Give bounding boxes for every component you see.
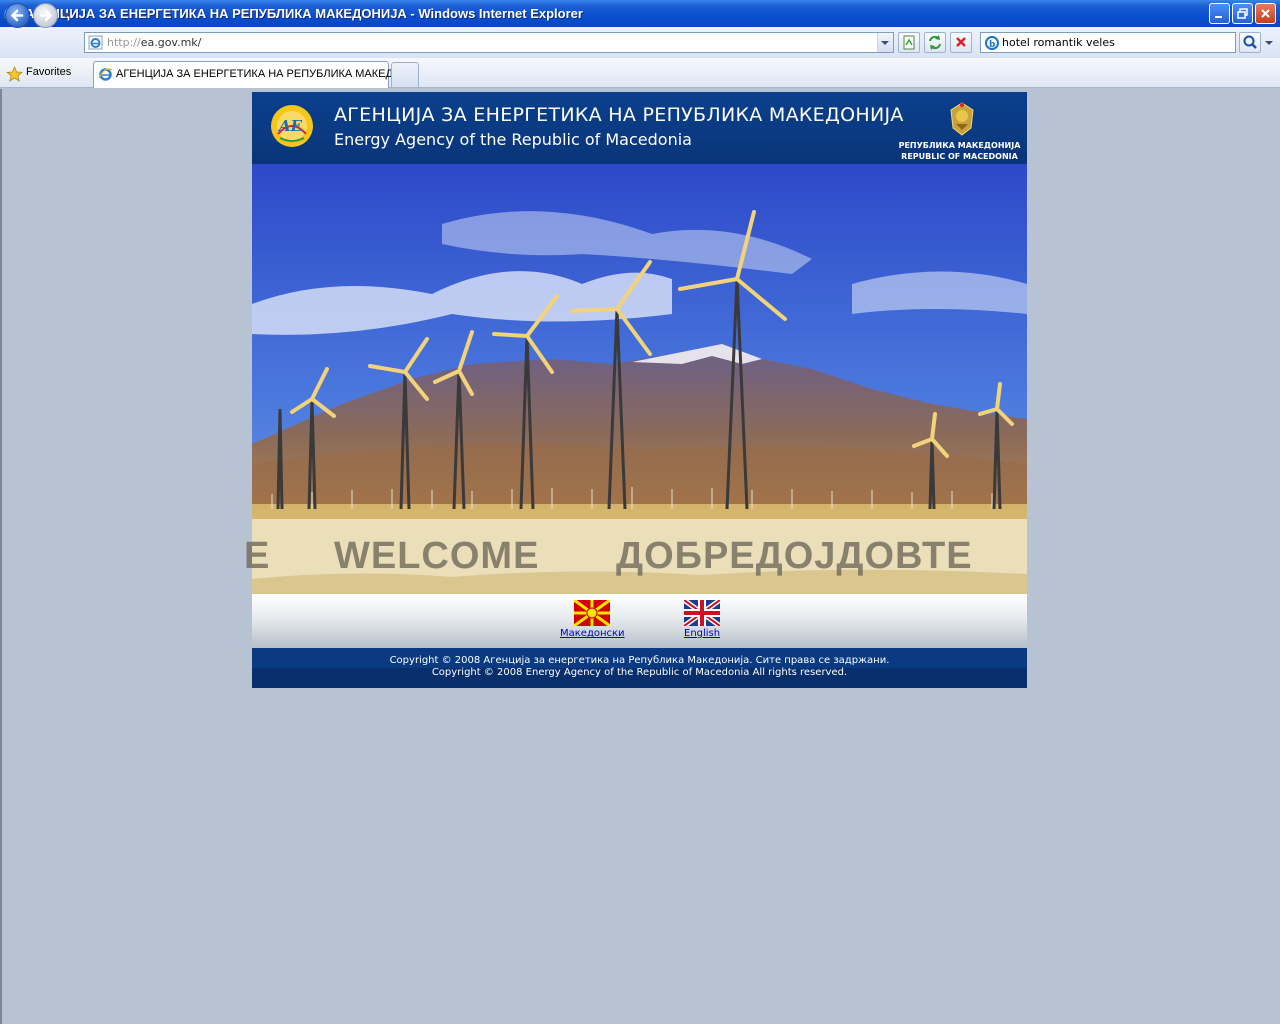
refresh-icon [929, 35, 941, 50]
search-query: hotel romantik veles [1002, 36, 1115, 49]
tab-label: АГЕНЦИЈА ЗА ЕНЕРГЕТИКА НА РЕПУБЛИКА МАКЕ… [116, 68, 403, 80]
address-dropdown-button[interactable] [877, 33, 893, 52]
forward-button[interactable] [33, 3, 58, 28]
back-arrow-icon [10, 9, 24, 22]
address-bar[interactable]: http://ea.gov.mk/ [84, 32, 894, 53]
welcome-en-text: WELCOME [334, 535, 540, 577]
language-bar: Македонски English [252, 594, 1027, 648]
favorites-button[interactable]: Favorites [26, 66, 71, 78]
url-host: ea.gov.mk/ [140, 36, 202, 49]
search-button[interactable] [1239, 32, 1261, 53]
url-protocol: http:// [107, 36, 141, 49]
coat-caption-en: REPUBLIC OF MACEDONIA [901, 152, 1018, 161]
chevron-down-icon [881, 41, 889, 45]
window-title: АГЕНЦИЈА ЗА ЕНЕРГЕТИКА НА РЕПУБЛИКА МАКЕ… [25, 6, 583, 21]
copyright-mk: Copyright © 2008 Агенција за енергетика … [389, 655, 890, 666]
language-link-mk[interactable]: Македонски [560, 628, 625, 639]
minimize-button[interactable] [1209, 3, 1230, 24]
coat-of-arms-caption: РЕПУБЛИКА МАКЕДОНИЈА REPUBLIC OF MACEDON… [892, 140, 1027, 162]
uk-flag-icon[interactable] [684, 600, 721, 626]
compatibility-view-button[interactable] [898, 32, 920, 53]
svg-text:AE: AE [277, 117, 303, 135]
refresh-button[interactable] [924, 32, 946, 53]
search-icon [1243, 35, 1257, 49]
compatibility-icon [903, 35, 915, 50]
back-button[interactable] [5, 3, 30, 28]
new-tab-button[interactable] [391, 62, 419, 87]
close-icon [1261, 9, 1270, 18]
svg-text:b: b [989, 40, 996, 50]
tab-current[interactable]: АГЕНЦИЈА ЗА ЕНЕРГЕТИКА НА РЕПУБЛИКА МАКЕ… [93, 61, 402, 88]
minimize-icon [1215, 16, 1222, 18]
welcome-mk-text: ДОБРЕДОЈДОВТЕ [616, 535, 973, 577]
stop-button[interactable] [950, 32, 972, 53]
search-options-dropdown-icon[interactable] [1262, 32, 1276, 53]
language-link-en[interactable]: English [684, 628, 720, 639]
close-window-button[interactable] [1255, 3, 1276, 24]
welcome-edge-text: E [244, 535, 271, 577]
url-text: http://ea.gov.mk/ [107, 36, 201, 49]
site-title-en: Energy Agency of the Republic of Macedon… [334, 130, 692, 149]
site-footer: Copyright © 2008 Агенција за енергетика … [252, 648, 1027, 688]
ae-logo-icon[interactable]: AE [270, 104, 314, 148]
language-option-en[interactable]: English [684, 600, 720, 639]
window-titlebar: АГЕНЦИЈА ЗА ЕНЕРГЕТИКА НА РЕПУБЛИКА МАКЕ… [0, 0, 1280, 27]
site-header: AE АГЕНЦИЈА ЗА ЕНЕРГЕТИКА НА РЕПУБЛИКА М… [252, 92, 1027, 164]
site-container: AE АГЕНЦИЈА ЗА ЕНЕРГЕТИКА НА РЕПУБЛИКА М… [244, 92, 1027, 688]
stop-icon [956, 37, 966, 47]
macedonia-flag-icon[interactable] [574, 600, 611, 626]
bing-icon: b [985, 36, 999, 50]
language-option-mk[interactable]: Македонски [560, 600, 625, 639]
copyright-en: Copyright © 2008 Energy Agency of the Re… [431, 667, 848, 678]
coat-caption-mk: РЕПУБЛИКА МАКЕДОНИЈА [898, 141, 1021, 150]
history-dropdown-icon[interactable] [61, 12, 71, 20]
search-box[interactable]: b hotel romantik veles [980, 32, 1236, 53]
forward-arrow-icon [39, 9, 53, 22]
page-ie-icon [88, 35, 103, 50]
restore-icon [1237, 8, 1248, 19]
ie-tab-icon [98, 68, 113, 81]
coat-of-arms-icon [950, 102, 974, 136]
favorites-star-icon[interactable] [6, 66, 23, 82]
site-title-mk: АГЕНЦИЈА ЗА ЕНЕРГЕТИКА НА РЕПУБЛИКА МАКЕ… [334, 104, 904, 126]
restore-button[interactable] [1232, 3, 1253, 24]
